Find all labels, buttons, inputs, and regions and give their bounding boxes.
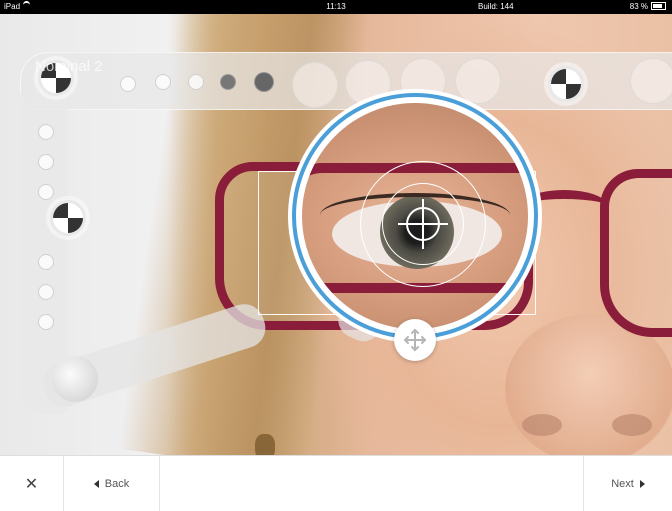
frame-hole bbox=[254, 72, 274, 92]
close-icon: ✕ bbox=[24, 475, 39, 493]
camera-photo: Nominal 2 bbox=[0, 14, 672, 455]
frame-circle bbox=[292, 62, 338, 108]
battery-icon bbox=[651, 2, 666, 10]
frame-circle bbox=[630, 58, 672, 104]
status-bar: iPad 11:13 Build: 144 83 % bbox=[0, 0, 672, 14]
next-button[interactable]: Next bbox=[583, 456, 672, 511]
triangle-right-icon bbox=[639, 479, 645, 488]
back-label: Back bbox=[104, 477, 130, 490]
triangle-left-icon bbox=[93, 479, 99, 488]
view-title: Nominal 2 bbox=[35, 58, 103, 75]
frame-hole bbox=[38, 184, 54, 200]
battery-percent: 83 % bbox=[629, 2, 648, 11]
crosshair-vertical bbox=[422, 199, 424, 249]
frame-hole bbox=[188, 74, 204, 90]
frame-knob bbox=[52, 356, 98, 402]
earring bbox=[255, 434, 275, 455]
magnified-eye bbox=[302, 103, 528, 329]
frame-hole bbox=[38, 284, 54, 300]
back-button[interactable]: Back bbox=[64, 456, 160, 511]
frame-hole bbox=[38, 254, 54, 270]
calibration-marker-top-right bbox=[548, 66, 584, 102]
frame-hole bbox=[220, 74, 236, 90]
frame-hole bbox=[155, 74, 171, 90]
frame-circle bbox=[455, 58, 501, 104]
build-number: Build: 144 bbox=[478, 2, 514, 11]
nostril-left bbox=[522, 414, 562, 436]
nostril-right bbox=[612, 414, 652, 436]
frame-hole bbox=[120, 76, 136, 92]
status-right: 83 % bbox=[630, 0, 666, 14]
move-handle[interactable] bbox=[394, 319, 436, 361]
frame-hole bbox=[38, 124, 54, 140]
move-arrows-icon bbox=[404, 329, 426, 351]
next-label: Next bbox=[611, 477, 634, 490]
glasses-lens-right bbox=[600, 169, 672, 337]
status-time: 11:13 bbox=[326, 2, 346, 11]
frame-hole bbox=[38, 154, 54, 170]
frame-hole bbox=[38, 314, 54, 330]
close-button[interactable]: ✕ bbox=[0, 456, 64, 511]
pupil-magnifier[interactable] bbox=[292, 93, 538, 339]
bottom-toolbar: ✕ Back Next bbox=[0, 455, 672, 511]
calibration-marker-side bbox=[50, 200, 86, 236]
